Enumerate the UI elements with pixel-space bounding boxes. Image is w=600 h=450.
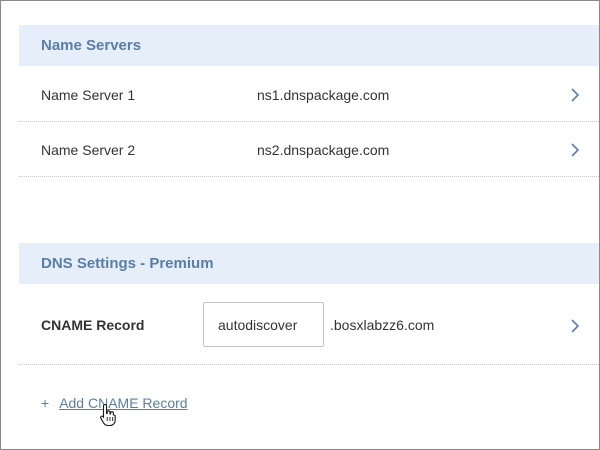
- name-server-1-label: Name Server 1: [41, 87, 136, 103]
- dns-settings-header: DNS Settings - Premium: [19, 243, 599, 284]
- name-server-1-value: ns1.dnspackage.com: [257, 87, 390, 103]
- add-cname-record-link[interactable]: Add CNAME Record: [59, 395, 187, 411]
- chevron-right-icon[interactable]: [569, 87, 581, 103]
- plus-icon[interactable]: +: [41, 395, 49, 411]
- name-server-2-label: Name Server 2: [41, 142, 136, 158]
- cname-domain-suffix: .bosxlabzz6.com: [330, 317, 435, 333]
- chevron-right-icon[interactable]: [569, 318, 581, 334]
- dns-settings-title: DNS Settings - Premium: [41, 255, 214, 272]
- cname-record-row[interactable]: CNAME Record .bosxlabzz6.com: [19, 288, 599, 365]
- name-server-2-value: ns2.dnspackage.com: [257, 142, 390, 158]
- dns-settings-panel: Name Servers Name Server 1 ns1.dnspackag…: [0, 0, 600, 450]
- name-servers-title: Name Servers: [41, 37, 142, 54]
- name-server-row-2[interactable]: Name Server 2 ns2.dnspackage.com: [19, 122, 599, 177]
- hand-pointer-icon: [100, 403, 116, 427]
- cname-host-input[interactable]: [203, 302, 324, 347]
- chevron-right-icon[interactable]: [569, 142, 581, 158]
- name-servers-header: Name Servers: [19, 25, 599, 66]
- cname-record-label: CNAME Record: [41, 317, 145, 333]
- name-server-row-1[interactable]: Name Server 1 ns1.dnspackage.com: [19, 67, 599, 122]
